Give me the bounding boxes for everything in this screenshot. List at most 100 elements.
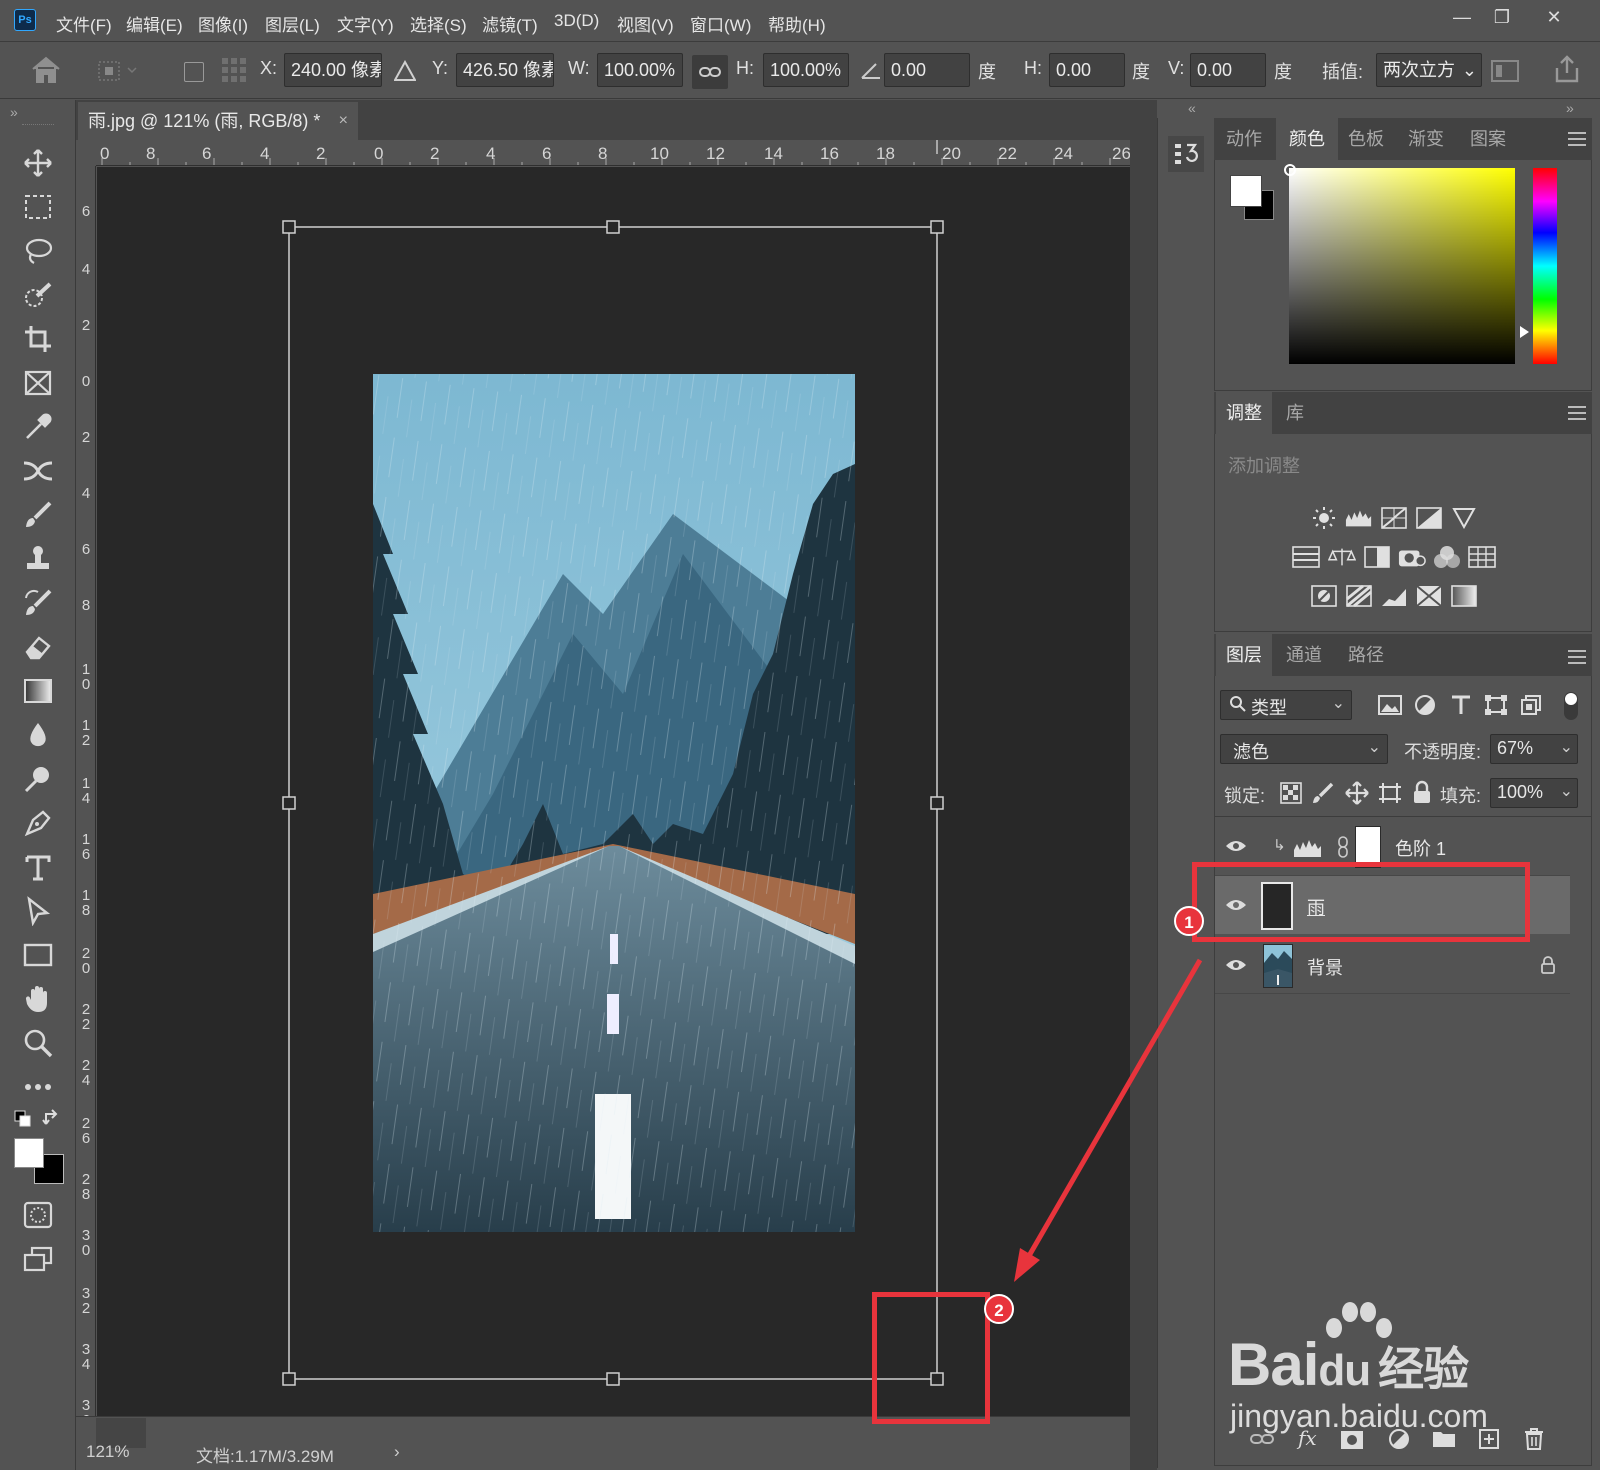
delta-icon[interactable]	[394, 60, 416, 82]
skew-v-field[interactable]: 0.00	[1190, 53, 1266, 87]
tab-patterns[interactable]: 图案	[1470, 118, 1516, 160]
close-tab-icon[interactable]: ×	[339, 102, 348, 140]
status-arrow-icon[interactable]: ›	[394, 1442, 400, 1462]
pixel-layer-filter-icon[interactable]	[1378, 694, 1402, 716]
x-position-field[interactable]: 240.00 像素	[284, 53, 382, 87]
tab-adjustments[interactable]: 调整	[1216, 392, 1272, 434]
reference-point-checkbox[interactable]	[184, 62, 204, 82]
visibility-eye-icon[interactable]	[1225, 957, 1247, 973]
tab-channels[interactable]: 通道	[1286, 634, 1332, 676]
healing-brush-tool-icon[interactable]	[18, 452, 58, 490]
reference-point-icon[interactable]	[96, 58, 142, 84]
menu-window[interactable]: 窗口(W)	[690, 11, 751, 36]
tab-color[interactable]: 颜色	[1276, 118, 1338, 160]
smart-object-filter-icon[interactable]	[1520, 694, 1542, 716]
lock-position-icon[interactable]	[1344, 780, 1370, 806]
fill-field[interactable]: 100% ⌄	[1490, 778, 1578, 808]
layer-name[interactable]: 色阶 1	[1395, 835, 1446, 861]
lock-image-pixels-icon[interactable]	[1312, 782, 1334, 804]
gradient-tool-icon[interactable]	[18, 672, 58, 710]
blur-tool-icon[interactable]	[18, 716, 58, 754]
black-white-icon[interactable]	[1363, 544, 1391, 570]
menu-filter[interactable]: 滤镜(T)	[482, 11, 538, 36]
default-colors-icon[interactable]	[14, 1110, 32, 1128]
zoom-tool-icon[interactable]	[18, 1024, 58, 1062]
frame-tool-icon[interactable]	[18, 364, 58, 402]
panel-menu-icon[interactable]	[1568, 406, 1586, 420]
hue-slider[interactable]	[1533, 168, 1557, 364]
crop-tool-icon[interactable]	[18, 320, 58, 358]
vibrance-icon[interactable]	[1450, 505, 1478, 531]
menu-view[interactable]: 视图(V)	[617, 11, 674, 36]
minimize-button[interactable]: —	[1440, 4, 1484, 30]
photoshop-app-icon[interactable]: Ps	[14, 9, 36, 31]
transform-bounding-box[interactable]	[280, 218, 944, 1386]
menu-select[interactable]: 选择(S)	[410, 11, 467, 36]
eraser-tool-icon[interactable]	[18, 628, 58, 666]
interpolation-select[interactable]: 两次立方 ⌄	[1376, 53, 1482, 87]
menu-edit[interactable]: 编辑(E)	[126, 11, 183, 36]
path-selection-tool-icon[interactable]	[18, 892, 58, 930]
height-field[interactable]: 100.00%	[763, 53, 849, 87]
y-position-field[interactable]: 426.50 像素	[456, 53, 554, 87]
color-lookup-icon[interactable]	[1468, 544, 1496, 570]
mask-link-icon[interactable]	[1337, 836, 1349, 858]
lock-artboard-icon[interactable]	[1378, 782, 1402, 804]
lasso-tool-icon[interactable]	[18, 232, 58, 270]
menu-3d[interactable]: 3D(D)	[554, 11, 599, 31]
hue-slider-marker[interactable]	[1520, 326, 1529, 338]
background-layer-thumbnail[interactable]	[1263, 944, 1293, 988]
home-icon[interactable]	[30, 55, 62, 85]
hue-saturation-icon[interactable]	[1292, 544, 1320, 570]
opacity-field[interactable]: 67% ⌄	[1490, 734, 1578, 764]
tab-paths[interactable]: 路径	[1348, 634, 1394, 676]
type-tool-icon[interactable]	[18, 848, 58, 886]
move-tool-icon[interactable]	[18, 144, 58, 182]
layer-filter-select[interactable]: 类型 ⌄	[1220, 690, 1352, 720]
color-balance-icon[interactable]	[1328, 544, 1356, 570]
hand-tool-icon[interactable]	[18, 980, 58, 1018]
adjustment-layer-filter-icon[interactable]	[1414, 694, 1436, 716]
levels-icon[interactable]	[1345, 505, 1373, 531]
horizontal-ruler[interactable]: 0 8 6 4 2 0 2 4 6 8 10 12 14 16 18 20 22…	[96, 140, 1130, 166]
tab-actions[interactable]: 动作	[1226, 118, 1272, 160]
color-field[interactable]	[1289, 168, 1515, 364]
marquee-tool-icon[interactable]	[18, 188, 58, 226]
history-panel-icon[interactable]	[1168, 136, 1204, 172]
screen-mode-icon[interactable]	[18, 1240, 58, 1278]
close-window-button[interactable]: ✕	[1532, 4, 1576, 30]
shape-layer-filter-icon[interactable]	[1484, 694, 1508, 716]
eyedropper-tool-icon[interactable]	[18, 408, 58, 446]
quick-mask-icon[interactable]	[18, 1196, 58, 1234]
collapse-panels-icon[interactable]: »	[1566, 100, 1574, 116]
quick-selection-tool-icon[interactable]	[18, 276, 58, 314]
toolbar-grip[interactable]	[22, 124, 54, 127]
brightness-contrast-icon[interactable]	[1310, 505, 1338, 531]
history-brush-tool-icon[interactable]	[18, 584, 58, 622]
tab-gradients[interactable]: 渐变	[1408, 118, 1454, 160]
tab-layers[interactable]: 图层	[1216, 634, 1272, 676]
panel-menu-icon[interactable]	[1568, 650, 1586, 664]
brush-tool-icon[interactable]	[18, 496, 58, 534]
tab-swatches[interactable]: 色板	[1348, 118, 1394, 160]
collapse-strip-icon[interactable]: «	[1188, 100, 1196, 116]
selective-color-icon[interactable]	[1415, 583, 1443, 609]
document-tab[interactable]: 雨.jpg @ 121% (雨, RGB/8) * ×	[78, 102, 358, 140]
lock-transparent-pixels-icon[interactable]	[1280, 782, 1302, 804]
tab-libraries[interactable]: 库	[1286, 392, 1316, 434]
rotation-angle-field[interactable]: 0.00	[884, 53, 970, 87]
width-field[interactable]: 100.00%	[597, 53, 683, 87]
foreground-color-swatch[interactable]	[14, 1138, 44, 1168]
maximize-button[interactable]: ❐	[1480, 4, 1524, 30]
lock-all-icon[interactable]	[1412, 780, 1432, 804]
layer-name[interactable]: 背景	[1307, 954, 1343, 980]
menu-image[interactable]: 图像(I)	[198, 11, 248, 36]
menu-type[interactable]: 文字(Y)	[337, 11, 394, 36]
channel-mixer-icon[interactable]	[1433, 544, 1461, 570]
blend-mode-select[interactable]: 滤色 ⌄	[1220, 734, 1388, 764]
vertical-ruler[interactable]: 6 4 2 0 2 4 6 8 10 12 14 16 18 20 22 24 …	[76, 166, 96, 1416]
foreground-color-chip[interactable]	[1230, 175, 1262, 207]
panel-menu-icon[interactable]	[1568, 132, 1586, 146]
filter-toggle-switch[interactable]	[1564, 692, 1578, 720]
posterize-icon[interactable]	[1345, 583, 1373, 609]
